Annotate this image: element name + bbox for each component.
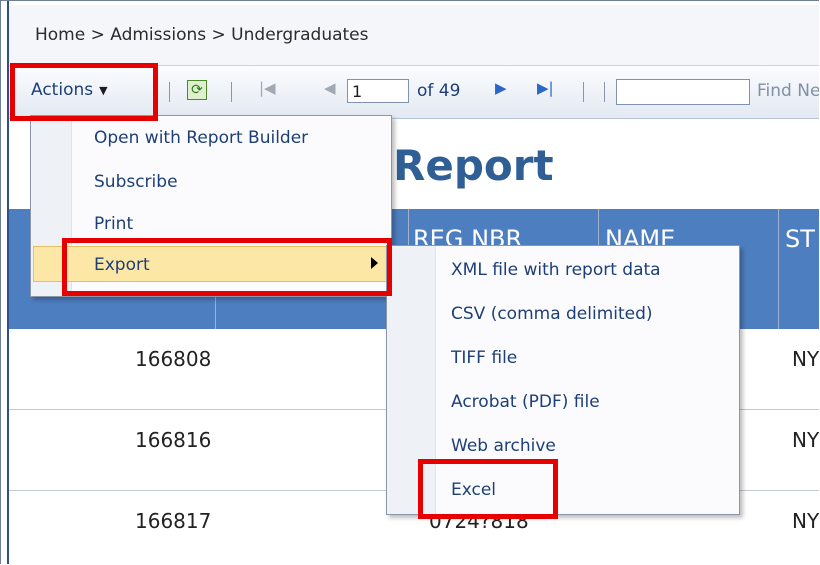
row-state: NY — [792, 347, 819, 371]
breadcrumb-text: Home > Admissions > Undergraduates — [35, 25, 369, 45]
page-count-label: of 49 — [417, 81, 461, 101]
refresh-icon[interactable]: ⟳ — [187, 80, 207, 100]
toolbar-divider — [231, 82, 232, 102]
page-number-input[interactable]: 1 — [347, 79, 409, 103]
find-next-link[interactable]: Find Ne — [757, 81, 819, 101]
row-id: 166816 — [135, 428, 212, 452]
menu-item-print[interactable]: Print — [94, 214, 133, 234]
menu-item-open-report-builder[interactable]: Open with Report Builder — [94, 128, 308, 148]
toolbar-divider — [169, 82, 170, 102]
toolbar-divider — [583, 82, 584, 102]
row-id: 166817 — [135, 509, 212, 533]
export-pdf[interactable]: Acrobat (PDF) file — [451, 392, 600, 412]
export-xml[interactable]: XML file with report data — [451, 260, 661, 280]
toolbar-divider — [604, 82, 605, 102]
find-input[interactable] — [616, 79, 750, 105]
previous-page-icon[interactable]: ◀ — [324, 79, 336, 97]
report-title: Report — [393, 141, 554, 190]
highlight-excel — [418, 459, 558, 519]
menu-item-subscribe[interactable]: Subscribe — [94, 172, 178, 192]
export-tiff[interactable]: TIFF file — [451, 348, 517, 368]
highlight-actions — [10, 63, 158, 121]
highlight-export — [62, 238, 392, 296]
row-state: NY — [792, 428, 819, 452]
next-page-icon[interactable]: ▶ — [495, 79, 507, 97]
column-header-st: ST — [785, 225, 815, 253]
row-state: NY — [792, 509, 819, 533]
breadcrumb: Home > Admissions > Undergraduates — [9, 5, 819, 66]
export-web-archive[interactable]: Web archive — [451, 436, 556, 456]
first-page-icon[interactable]: |◀ — [259, 79, 276, 97]
last-page-icon[interactable]: ▶| — [537, 79, 554, 97]
row-id: 166808 — [135, 347, 212, 371]
export-csv[interactable]: CSV (comma delimited) — [451, 304, 653, 324]
